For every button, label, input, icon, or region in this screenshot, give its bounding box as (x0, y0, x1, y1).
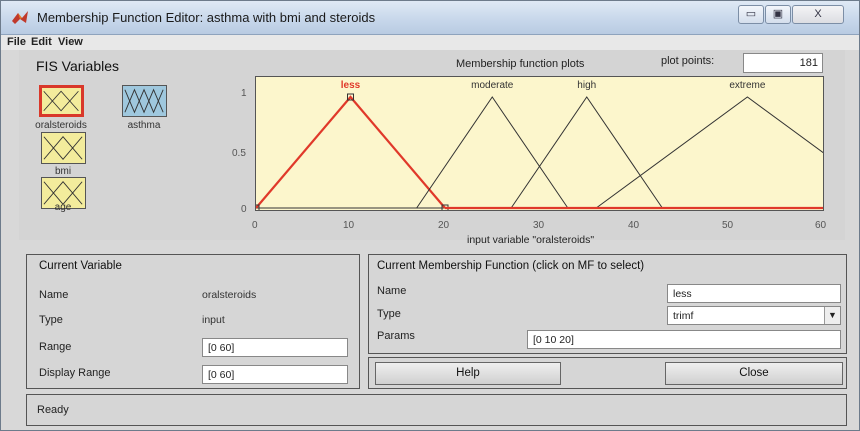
close-window-button[interactable]: X (792, 5, 844, 24)
current-variable-title: Current Variable (39, 260, 122, 272)
mf-name-input[interactable]: less (667, 284, 841, 303)
x-tick-label: 0 (252, 220, 258, 231)
mf-glyph-icon (43, 136, 83, 160)
mf-params-input[interactable]: [0 10 20] (527, 330, 841, 349)
cv-name-label: Name (39, 289, 69, 301)
current-mf-panel: Current Membership Function (click on MF… (368, 254, 847, 354)
x-axis-title: input variable "oralsteroids" (467, 234, 595, 246)
matlab-icon (12, 11, 28, 24)
title-bar: Membership Function Editor: asthma with … (1, 1, 859, 35)
mf-curve-high[interactable] (510, 96, 663, 209)
display-range-input[interactable]: [0 60] (202, 365, 348, 384)
cv-type-value: input (202, 314, 225, 326)
x-tick-label: 20 (438, 220, 450, 231)
help-button[interactable]: Help (375, 362, 561, 385)
variable-oralsteroids[interactable] (39, 85, 84, 117)
current-mf-title: Current Membership Function (click on MF… (377, 260, 645, 272)
button-bar: Help Close (368, 357, 847, 389)
y-tick-label: 0 (241, 204, 247, 215)
x-tick-label: 40 (628, 220, 640, 231)
cv-display-range-label: Display Range (39, 367, 111, 379)
menu-edit[interactable]: Edit (31, 36, 52, 48)
close-button[interactable]: Close (665, 362, 843, 385)
mf-glyph-icon (124, 88, 164, 114)
cv-name-value: oralsteroids (202, 289, 257, 301)
status-text: Ready (37, 404, 69, 416)
mf-curve-extreme[interactable] (595, 96, 823, 209)
mf-curve-less[interactable] (256, 95, 446, 209)
plot-title: Membership function plots (456, 58, 585, 70)
y-tick-label: 0.5 (232, 148, 246, 159)
variable-asthma[interactable] (122, 85, 167, 117)
mf-label-extreme: extreme (729, 80, 766, 91)
window-title: Membership Function Editor: asthma with … (37, 10, 376, 25)
plot-points-label: plot points: (661, 55, 715, 67)
mf-plot-area[interactable]: less moderate high extreme (255, 76, 824, 211)
x-tick-label: 10 (343, 220, 355, 231)
maximize-button[interactable]: ▣ (765, 5, 791, 24)
menu-bar: File Edit View (1, 35, 859, 50)
variable-label-oralsteroids: oralsteroids (35, 120, 87, 131)
y-tick-label: 1 (241, 88, 247, 99)
mf-name-label: Name (377, 285, 407, 297)
x-tick-label: 60 (815, 220, 827, 231)
menu-view[interactable]: View (58, 36, 83, 48)
mf-glyph-icon (43, 90, 79, 112)
mf-type-label: Type (377, 308, 401, 320)
mf-params-label: Params (377, 330, 415, 342)
range-input[interactable]: [0 60] (202, 338, 348, 357)
variable-label-bmi: bmi (54, 166, 72, 177)
mf-label-moderate: moderate (471, 80, 514, 91)
current-variable-panel: Current Variable Name oralsteroids Type … (26, 254, 360, 389)
membership-function-editor-window: Membership Function Editor: asthma with … (0, 0, 860, 431)
dropdown-arrow-icon[interactable]: ▼ (824, 307, 840, 324)
fis-variables-title: FIS Variables (36, 58, 119, 74)
mf-plot: less moderate high extreme (256, 80, 823, 210)
status-bar: Ready (26, 394, 847, 426)
mf-curve-moderate[interactable] (416, 96, 569, 209)
x-tick-label: 50 (722, 220, 734, 231)
mf-type-select[interactable]: trimf ▼ (667, 306, 841, 325)
variable-bmi[interactable] (41, 132, 86, 164)
mf-label-high: high (577, 80, 596, 91)
x-tick-label: 30 (533, 220, 545, 231)
minimize-button[interactable]: ▭ (738, 5, 764, 24)
plot-points-input[interactable]: 181 (743, 53, 823, 73)
variable-label-asthma: asthma (127, 120, 161, 131)
menu-file[interactable]: File (7, 36, 26, 48)
cv-type-label: Type (39, 314, 63, 326)
variable-label-age: age (54, 202, 72, 213)
mf-label-less: less (341, 80, 361, 91)
mf-type-value: trimf (673, 310, 694, 322)
cv-range-label: Range (39, 341, 72, 353)
